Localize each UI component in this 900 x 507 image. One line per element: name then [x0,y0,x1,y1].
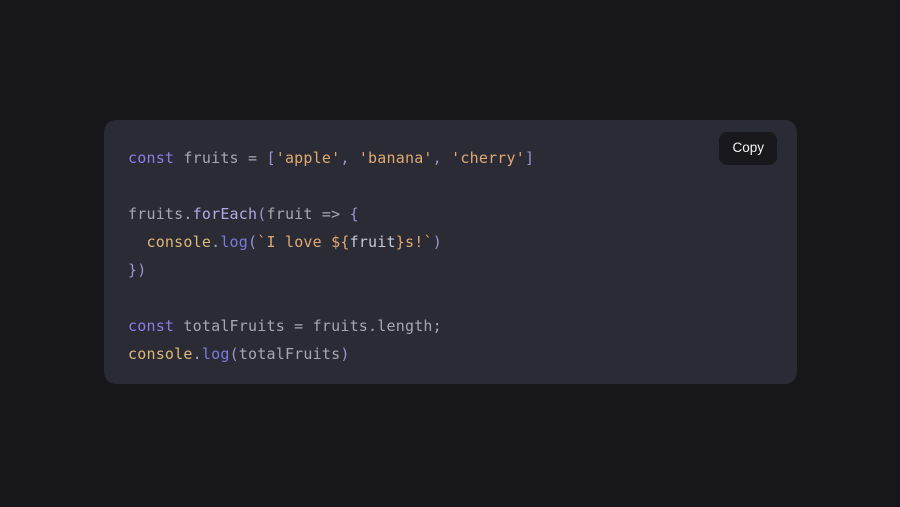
code-token-punctuation: ( [229,345,239,363]
code-line: fruits.forEach(fruit => { [128,200,534,228]
code-token-string: 'cherry' [451,149,525,167]
code-token-method: log [201,345,230,363]
code-token-plain: = [248,149,258,167]
code-token-plain: . [192,345,202,363]
code-token-plain: => [321,205,341,223]
page-root: const fruits = ['apple', 'banana', 'cher… [0,0,900,507]
code-block-card: const fruits = ['apple', 'banana', 'cher… [104,120,797,384]
code-token-punctuation: } [128,261,138,279]
code-token-punctuation: ) [137,261,147,279]
code-token-plain: fruit [266,205,313,223]
code-token-variable: fruit [349,233,396,251]
code-token-punctuation: , [340,149,350,167]
code-token-plain: . [368,317,378,335]
code-token-object: console [128,345,193,363]
code-token-punctuation: ) [340,345,350,363]
code-line: }) [128,256,534,284]
code-token-plain: length [377,317,433,335]
code-token-punctuation: { [349,205,359,223]
code-token-method: log [220,233,249,251]
code-line: console.log(totalFruits) [128,340,534,368]
code-token-string: s!` [404,233,433,251]
code-token-punctuation: ( [248,233,258,251]
code-token-plain: . [183,205,193,223]
copy-code-button[interactable]: Copy [719,132,777,165]
code-token-punctuation: ] [525,149,535,167]
code-token-function: forEach [192,205,258,223]
code-token-plain: totalFruits [238,345,341,363]
code-content[interactable]: const fruits = ['apple', 'banana', 'cher… [104,120,534,368]
code-token-keyword: const [128,317,175,335]
code-token-punctuation: , [432,149,442,167]
code-line: console.log(`I love ${fruit}s!`) [128,228,534,256]
code-token-plain: totalFruits [183,317,285,335]
code-token-plain: fruits [183,149,239,167]
code-token-object: console [146,233,212,251]
code-line: const fruits = ['apple', 'banana', 'cher… [128,144,534,172]
code-token-string: ${ [331,233,350,251]
code-token-string: 'apple' [275,149,341,167]
code-token-punctuation: [ [266,149,276,167]
code-token-string: 'banana' [358,149,433,167]
code-token-plain: . [211,233,221,251]
code-token-punctuation: ) [432,233,442,251]
code-token-keyword: const [128,149,175,167]
code-line: const totalFruits = fruits.length; [128,312,534,340]
code-token-string: `I love [257,233,332,251]
code-token-plain: fruits [312,317,369,335]
code-token-string: } [395,233,405,251]
code-token-plain: ; [432,317,442,335]
code-token-plain: fruits [128,205,184,223]
